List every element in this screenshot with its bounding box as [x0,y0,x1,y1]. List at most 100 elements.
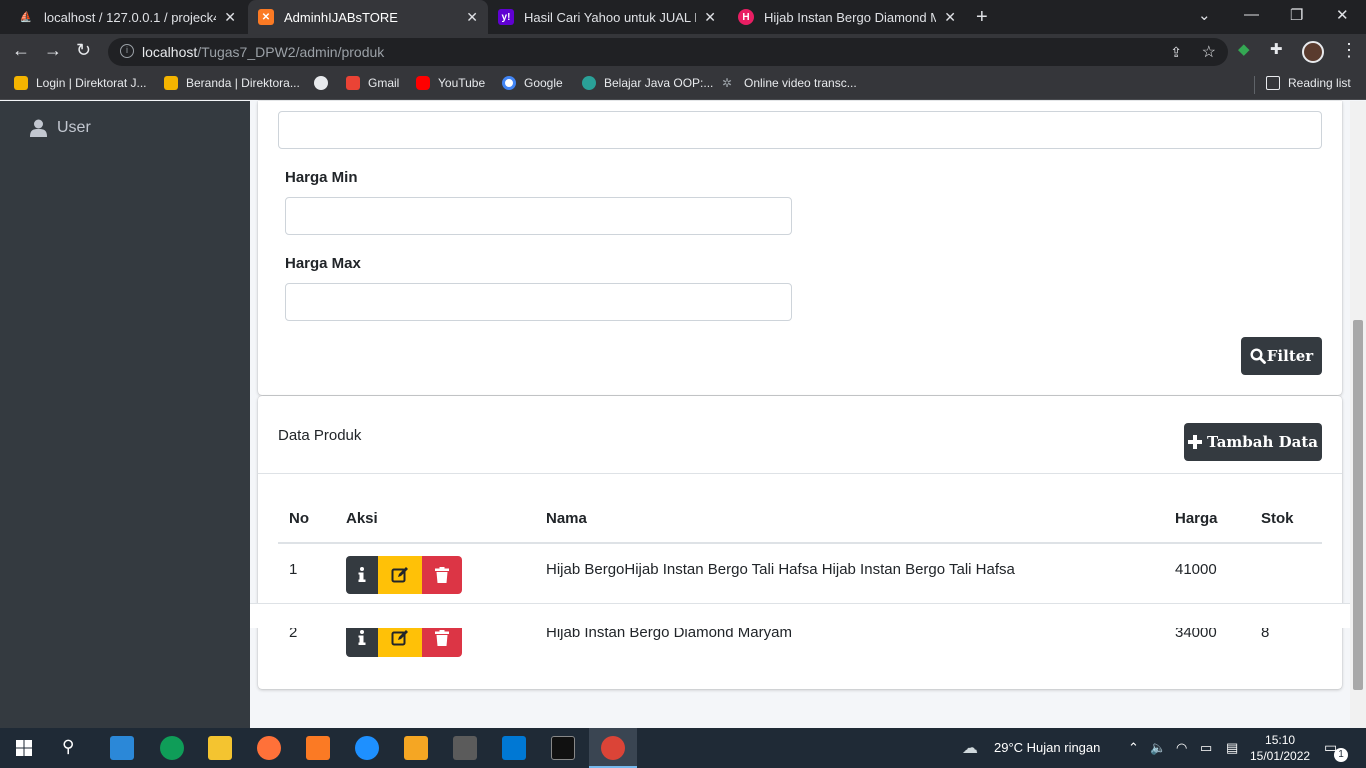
wifi-icon[interactable]: ◠ [1176,740,1187,756]
bookmark-icon [582,76,596,90]
file-explorer-icon[interactable] [208,736,232,760]
windows-start-icon[interactable] [16,740,32,756]
page-footer [250,603,1350,628]
close-icon[interactable]: ✕ [224,9,236,26]
bookmark-star-icon[interactable]: ☆ [1202,42,1216,62]
taskbar-chrome-active[interactable] [589,728,637,768]
bookmark-video-transc[interactable]: ✲ Online video transc... [722,76,857,90]
scrollbar-thumb[interactable] [1353,320,1363,690]
browser-nav-bar: ← → ↻ i localhost/Tugas7_DPW2/admin/prod… [0,34,1366,70]
divider [278,542,1322,544]
yahoo-icon: y! [498,9,514,25]
internet-explorer-icon[interactable] [355,736,379,760]
tab-yahoo-search[interactable]: y! Hasil Cari Yahoo untuk JUAL DETA ✕ [488,0,726,34]
column-header-stok: Stok [1261,510,1294,527]
gmail-icon [346,76,360,90]
share-icon[interactable]: ⇪ [1170,44,1182,61]
delete-button[interactable] [422,556,462,594]
store-icon[interactable] [110,736,134,760]
menu-icon[interactable]: ⋮ [1340,40,1358,61]
harga-min-label: Harga Min [285,169,358,186]
terminal-icon[interactable] [551,736,575,760]
google-icon [502,76,516,90]
divider [1254,76,1255,94]
cell-nama: Hijab BergoHijab Instan Bergo Tali Hafsa… [546,561,1015,578]
window-close-icon[interactable]: ✕ [1336,6,1349,24]
reading-list-icon [1266,76,1280,90]
tambah-data-button[interactable]: Tambah Data [1184,423,1322,461]
extension-icon[interactable]: ◆ [1238,40,1250,58]
bookmark-beranda[interactable]: Beranda | Direktora... [164,76,300,90]
bookmark-google[interactable]: Google [502,76,563,90]
volume-icon[interactable]: 🔈 [1150,740,1166,756]
weather-cloud-icon[interactable]: ☁ [962,738,978,758]
vscode-icon[interactable] [502,736,526,760]
media-player-icon[interactable] [404,736,428,760]
forward-icon[interactable]: → [44,40,62,61]
row-actions [346,556,462,594]
firefox-icon[interactable] [257,736,281,760]
chevron-up-icon[interactable]: ⌃ [1128,740,1139,756]
reload-icon[interactable]: ↻ [76,40,91,61]
weather-text[interactable]: 29°C Hujan ringan [994,740,1100,755]
avatar[interactable] [1302,41,1324,63]
notification-count-badge: 1 [1334,748,1348,762]
user-icon [30,119,47,137]
column-header-nama: Nama [546,510,587,527]
edit-button[interactable] [378,556,422,594]
tab-admin-hijab-store[interactable]: ✕ AdminhIJABsTORE ✕ [248,0,488,34]
bookmark-youtube[interactable]: YouTube [416,76,485,90]
harga-min-input[interactable] [285,197,792,235]
back-icon[interactable]: ← [12,40,30,61]
tab-phpmyadmin[interactable]: ⛵ localhost / 127.0.0.1 / projeck4 | p ✕ [8,0,246,34]
bookmark-globe[interactable] [314,76,336,90]
harga-max-label: Harga Max [285,255,361,272]
admin-sidebar: User [0,101,250,728]
close-icon[interactable]: ✕ [704,9,716,26]
detail-button[interactable] [346,556,378,594]
sidebar-item-user[interactable]: User [30,119,91,137]
tab-search-chevron-icon[interactable]: ⌄ [1198,6,1211,24]
cell-no: 1 [289,561,298,578]
close-icon[interactable]: ✕ [466,9,478,26]
filter-card: Harga Min Harga Max Filter [258,101,1342,395]
column-header-harga: Harga [1175,510,1218,527]
filter-button[interactable]: Filter [1241,337,1322,375]
edge-icon[interactable] [160,736,184,760]
search-input[interactable] [278,111,1322,149]
xampp-icon: ✕ [258,9,274,25]
reading-list[interactable]: Reading list [1266,76,1351,90]
column-header-no: No [289,510,309,527]
tab-hijab-instan[interactable]: H Hijab Instan Bergo Diamond Mar ✕ [728,0,966,34]
cell-harga: 41000 [1175,561,1217,578]
new-tab-icon[interactable]: + [976,6,988,29]
column-header-aksi: Aksi [346,510,378,527]
bookmark-belajar-java[interactable]: Belajar Java OOP:... [582,76,713,90]
card-title: Data Produk [278,427,362,444]
extensions-puzzle-icon[interactable]: ✚ [1270,40,1283,58]
xampp-icon[interactable] [306,736,330,760]
bookmark-login[interactable]: Login | Direktorat J... [14,76,147,90]
minimize-icon[interactable]: — [1244,6,1259,23]
bookmark-icon [14,76,28,90]
system-clock[interactable]: 15:10 15/01/2022 [1250,732,1310,764]
harga-max-input[interactable] [285,283,792,321]
site-info-icon[interactable]: i [120,44,134,58]
edit-icon [391,630,408,646]
chrome-icon [601,736,625,760]
restore-icon[interactable]: ❐ [1290,6,1303,24]
plus-icon [1187,435,1202,449]
trash-icon [435,567,449,583]
info-icon [358,630,366,645]
bookmark-icon [164,76,178,90]
close-icon[interactable]: ✕ [944,9,956,26]
bookmark-gmail[interactable]: Gmail [346,76,399,90]
h-icon: H [738,9,754,25]
calendar-app-icon[interactable] [453,736,477,760]
phpmyadmin-icon: ⛵ [19,11,33,23]
keyboard-icon[interactable]: ▤ [1226,740,1238,756]
main-content: Harga Min Harga Max Filter Data Produk T… [250,101,1350,728]
battery-icon[interactable]: ▭ [1200,740,1212,756]
address-bar[interactable]: i localhost/Tugas7_DPW2/admin/produk ⇪ ☆ [108,38,1228,66]
search-icon[interactable]: ⚲ [62,737,74,757]
